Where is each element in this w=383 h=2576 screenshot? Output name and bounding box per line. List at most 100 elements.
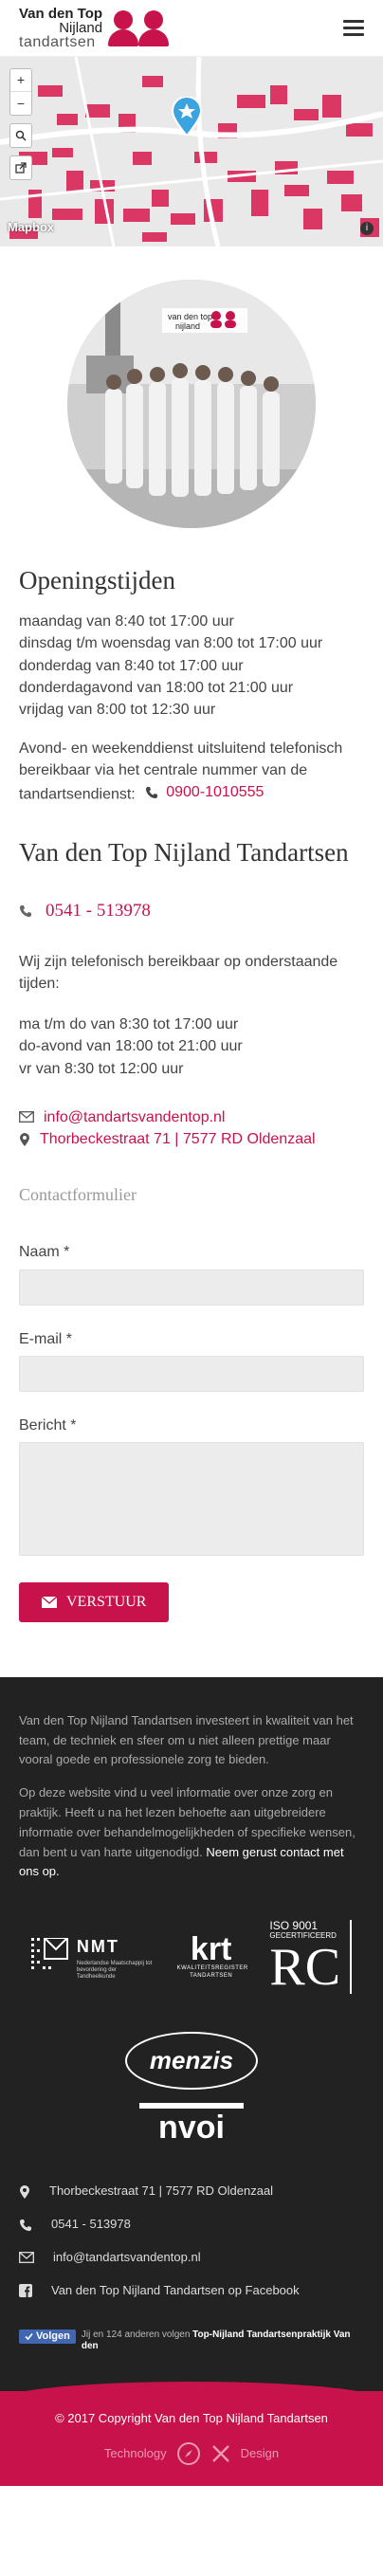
site-footer: Van den Top Nijland Tandartsen investeer… — [0, 1676, 383, 2391]
message-field[interactable] — [19, 1441, 364, 1556]
map-tiles — [0, 57, 383, 247]
insurance-logos: menzis nvoi — [124, 2031, 259, 2144]
logo-figures-icon — [108, 9, 170, 46]
address-link[interactable]: Thorbeckestraat 71 | 7577 RD Oldenzaal — [19, 1128, 364, 1150]
address-text: Thorbeckestraat 71 | 7577 RD Oldenzaal — [40, 1131, 316, 1148]
footer-email-link[interactable]: info@tandartsvandentop.nl — [19, 2248, 364, 2268]
footer-contact: Thorbeckestraat 71 | 7577 RD Oldenzaal 0… — [19, 2182, 364, 2300]
team-photo: van den top nijland — [67, 280, 316, 528]
map-search-control — [9, 123, 32, 148]
external-link-icon[interactable] — [10, 156, 31, 179]
logo-line-1: Van den Top — [19, 5, 103, 22]
copyright-text: © 2017 Copyright Van den Top Nijland Tan… — [55, 2411, 328, 2426]
credit-design[interactable]: Design — [241, 2445, 279, 2463]
hours-line: dinsdag t/m woensdag van 8:00 tot 17:00 … — [19, 635, 323, 652]
phone-icon — [20, 2219, 31, 2231]
email-label: E-mail * — [19, 1330, 73, 1347]
menzis-text: menzis — [149, 2045, 234, 2074]
envelope-icon — [19, 2252, 34, 2264]
footer-facebook: Van den Top Nijland Tandartsen op Facebo… — [51, 2282, 300, 2297]
nmt-icon — [30, 1938, 68, 1970]
iso-text: ISO 9001 — [269, 1919, 319, 1933]
practice-contact: info@tandartsvandentop.nl Thorbeckestraa… — [19, 1106, 364, 1150]
nmt-subtext: Nederlandse Maatschappij tot bevordering… — [76, 1960, 153, 1981]
map-controls: + − — [9, 68, 32, 180]
site-logo[interactable]: Van den Top Nijland tandartsen — [19, 7, 170, 50]
svg-text:nijland: nijland — [175, 321, 200, 331]
email-link[interactable]: info@tandartsvandentop.nl — [19, 1106, 364, 1128]
krt-subtext: KWALITEITSREGISTER TANDARTSEN — [176, 1965, 248, 1980]
checkmark-icon — [25, 2333, 33, 2341]
name-label: Naam * — [19, 1244, 70, 1261]
phone-icon — [146, 787, 158, 799]
emergency-phone: 0900-1010555 — [166, 784, 264, 801]
phone-hours-line: vr van 8:30 tot 12:00 uur — [19, 1060, 184, 1077]
footer-address-link[interactable]: Thorbeckestraat 71 | 7577 RD Oldenzaal — [19, 2182, 364, 2201]
team-illustration: van den top nijland — [67, 280, 316, 528]
map-pin-icon — [20, 2184, 29, 2199]
emergency-info: Avond- en weekenddienst uitsluitend tele… — [19, 738, 364, 806]
iso-9001-logo[interactable]: ISO 9001 GECERTIFICEERD RC — [269, 1919, 353, 1997]
hours-line: vrijdag van 8:00 tot 12:30 uur — [19, 701, 216, 718]
follow-button-label: Volgen — [36, 2329, 70, 2342]
map-marker-icon[interactable] — [171, 96, 203, 143]
emergency-phone-link[interactable]: 0900-1010555 — [145, 781, 264, 803]
submit-button[interactable]: VERSTUUR — [19, 1581, 170, 1622]
opening-hours-list: maandag van 8:40 tot 17:00 uur dinsdag t… — [19, 611, 364, 721]
envelope-icon — [42, 1596, 57, 1608]
email-text: info@tandartsvandentop.nl — [44, 1108, 226, 1125]
logo-line-3: tandartsen — [19, 33, 96, 50]
phone-hours-line: ma t/m do van 8:30 tot 17:00 uur — [19, 1016, 239, 1033]
footer-phone: 0541 - 513978 — [51, 2217, 131, 2232]
location-map[interactable]: + − Mapbox i — [0, 57, 383, 247]
name-field[interactable] — [19, 1269, 364, 1306]
footer-email: info@tandartsvandentop.nl — [53, 2250, 201, 2265]
map-open-control — [9, 155, 32, 180]
logo-text: Van den Top Nijland tandartsen — [19, 7, 102, 50]
phone-hours-list: ma t/m do van 8:30 tot 17:00 uur do-avon… — [19, 1014, 364, 1080]
mapbox-attribution[interactable]: Mapbox — [8, 219, 54, 237]
nvoi-logo[interactable]: nvoi — [139, 2103, 244, 2144]
facebook-follow-widget: Volgen Jij en 124 anderen volgen Top-Nij… — [19, 2329, 364, 2353]
compass-icon — [176, 2442, 200, 2466]
facebook-icon — [19, 2284, 32, 2298]
search-icon[interactable] — [10, 124, 31, 147]
nmt-logo[interactable]: NMT Nederlandse Maatschappij tot bevorde… — [30, 1933, 153, 1981]
partner-logos: NMT Nederlandse Maatschappij tot bevorde… — [19, 1920, 364, 2144]
envelope-icon — [19, 1111, 34, 1124]
zoom-controls: + − — [9, 68, 32, 116]
hours-title: Openingstijden — [19, 566, 175, 594]
menzis-logo[interactable]: menzis — [124, 2031, 259, 2091]
practice-phone: 0541 - 513978 — [46, 901, 151, 922]
svg-text:van den top: van den top — [168, 312, 212, 321]
submit-label: VERSTUUR — [66, 1594, 147, 1611]
practice-title: Van den Top Nijland Tandartsen — [19, 838, 349, 868]
zoom-in-button[interactable]: + — [10, 69, 31, 92]
credit-technology[interactable]: Technology — [104, 2445, 167, 2463]
krt-logo[interactable]: krt KWALITEITSREGISTER TANDARTSEN — [176, 1933, 248, 1981]
hours-line: donderdag van 8:40 tot 17:00 uur — [19, 657, 244, 674]
phone-hours-intro: Wij zijn telefonisch bereikbaar op onder… — [19, 953, 338, 993]
nvoi-text: nvoi — [158, 2110, 225, 2147]
practice-phone-link[interactable]: 0541 - 513978 — [19, 898, 364, 924]
copyright-bar: © 2017 Copyright Van den Top Nijland Tan… — [0, 2381, 383, 2486]
footer-phone-link[interactable]: 0541 - 513978 — [19, 2215, 364, 2235]
logo-line-2: Nijland — [59, 19, 103, 36]
tools-icon — [211, 2445, 229, 2462]
email-field[interactable] — [19, 1355, 364, 1392]
footer-about: Van den Top Nijland Tandartsen investeer… — [19, 1712, 354, 1767]
iso-mark: RC — [269, 1937, 341, 1997]
team-photo-section: van den top nijland — [0, 247, 383, 557]
credits: Technology Design — [104, 2441, 279, 2466]
site-header: Van den Top Nijland tandartsen — [0, 0, 383, 57]
hours-line: maandag van 8:40 tot 17:00 uur — [19, 613, 234, 630]
zoom-out-button[interactable]: − — [10, 92, 31, 115]
phone-hours-line: do-avond van 18:00 tot 21:00 uur — [19, 1038, 243, 1055]
phone-icon — [20, 905, 31, 918]
info-icon[interactable]: i — [360, 222, 374, 235]
message-label: Bericht * — [19, 1416, 77, 1434]
facebook-follow-button[interactable]: Volgen — [19, 2329, 76, 2345]
follow-text: Jij en 124 anderen volgen Top-Nijland Ta… — [82, 2329, 364, 2353]
footer-facebook-link[interactable]: Van den Top Nijland Tandartsen op Facebo… — [19, 2281, 364, 2301]
menu-icon[interactable] — [343, 20, 364, 36]
